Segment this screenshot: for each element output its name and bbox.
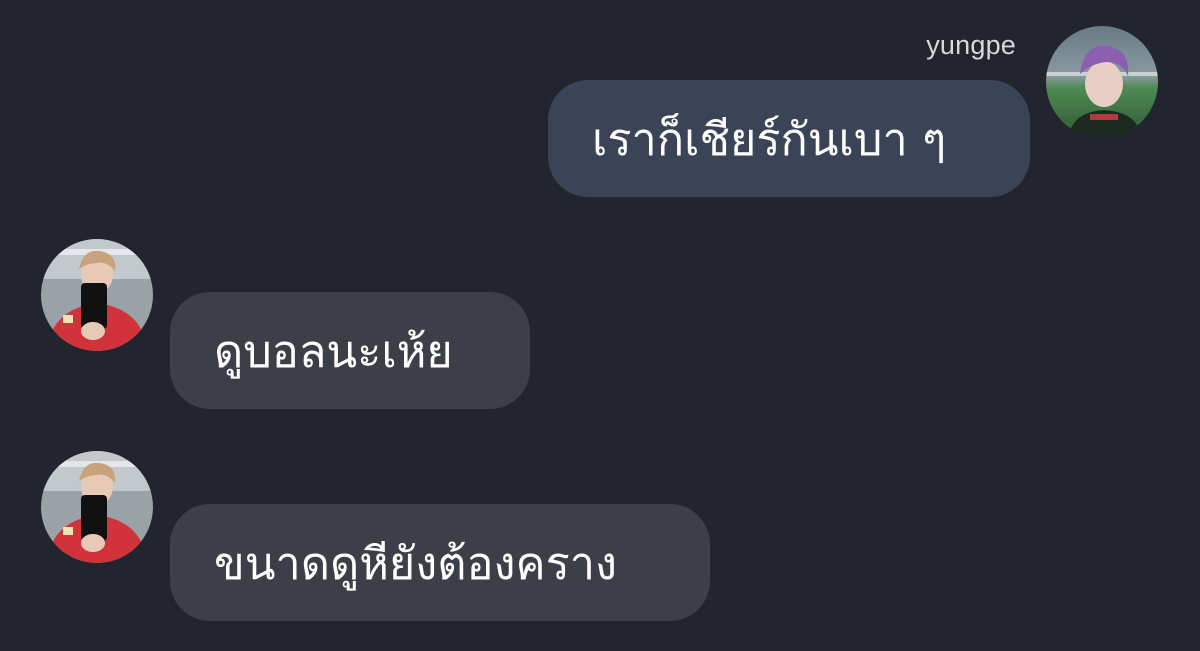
message-text: ดูบอลนะเห้ย — [214, 324, 453, 378]
message-bubble-outgoing[interactable]: เราก็เชียร์กันเบา ๆ — [548, 80, 1030, 197]
message-bubble-incoming[interactable]: ขนาดดูหียังต้องคราง — [170, 504, 710, 621]
message-text: ขนาดดูหียังต้องคราง — [214, 536, 617, 590]
contact-avatar-icon[interactable] — [41, 239, 153, 351]
user-avatar-icon[interactable] — [1046, 26, 1158, 138]
chat-thread: yungpe เราก็เชียร์กันเบา ๆ ดูบอลนะเห้ย ข… — [0, 0, 1200, 651]
message-bubble-incoming[interactable]: ดูบอลนะเห้ย — [170, 292, 530, 409]
message-text: เราก็เชียร์กันเบา ๆ — [592, 112, 947, 166]
sender-name: yungpe — [926, 30, 1016, 60]
contact-avatar-icon[interactable] — [41, 451, 153, 563]
